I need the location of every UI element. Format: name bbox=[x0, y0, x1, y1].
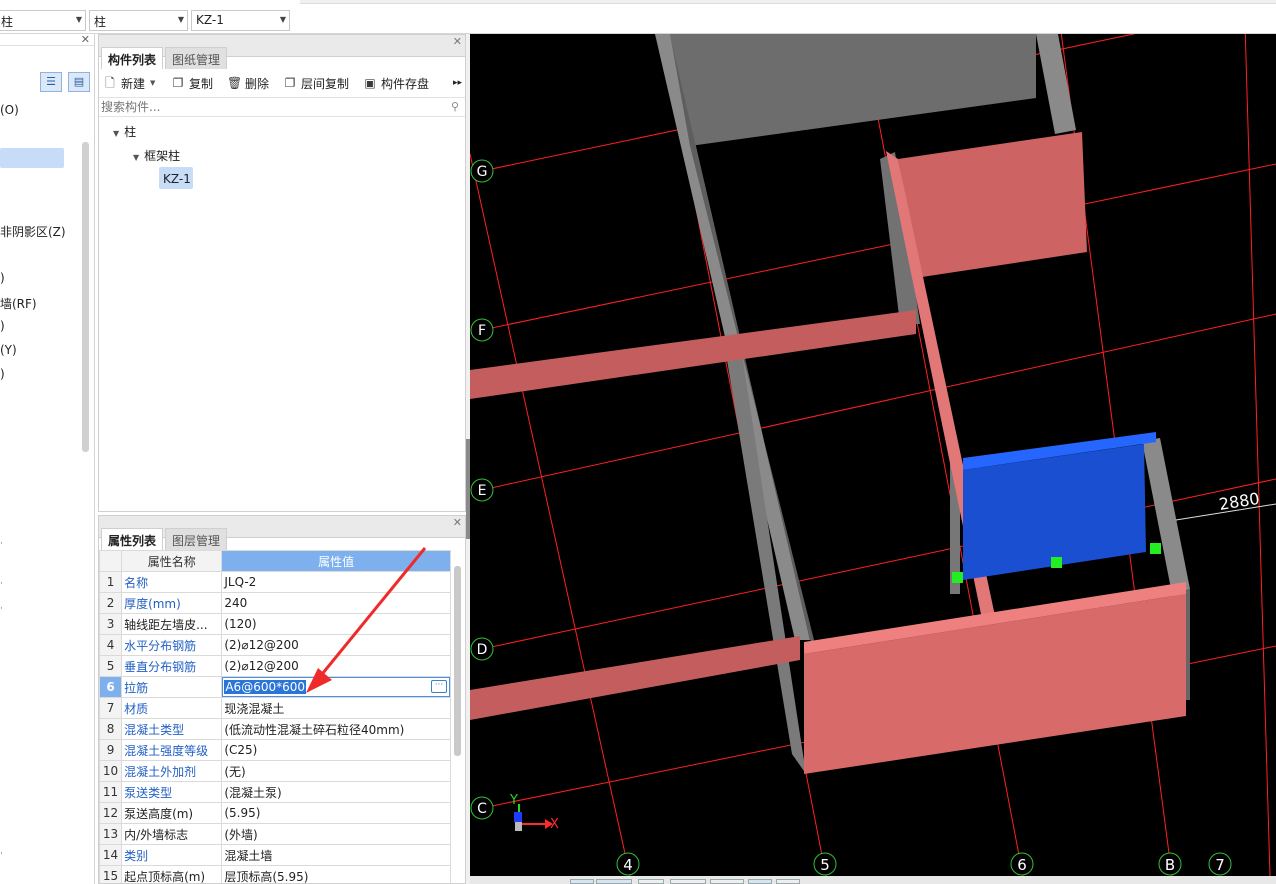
view-button[interactable] bbox=[748, 879, 772, 884]
view-button[interactable] bbox=[570, 879, 594, 884]
view-button[interactable] bbox=[776, 879, 800, 884]
annotation-arrow-head-icon bbox=[306, 668, 332, 693]
view-button[interactable] bbox=[670, 879, 706, 884]
view-button[interactable] bbox=[638, 879, 664, 884]
view-button[interactable] bbox=[710, 879, 744, 884]
view-toolbar bbox=[470, 876, 1276, 884]
view-button[interactable] bbox=[596, 879, 632, 884]
annotation-arrow bbox=[312, 547, 427, 685]
annotation-overlay bbox=[306, 547, 427, 693]
